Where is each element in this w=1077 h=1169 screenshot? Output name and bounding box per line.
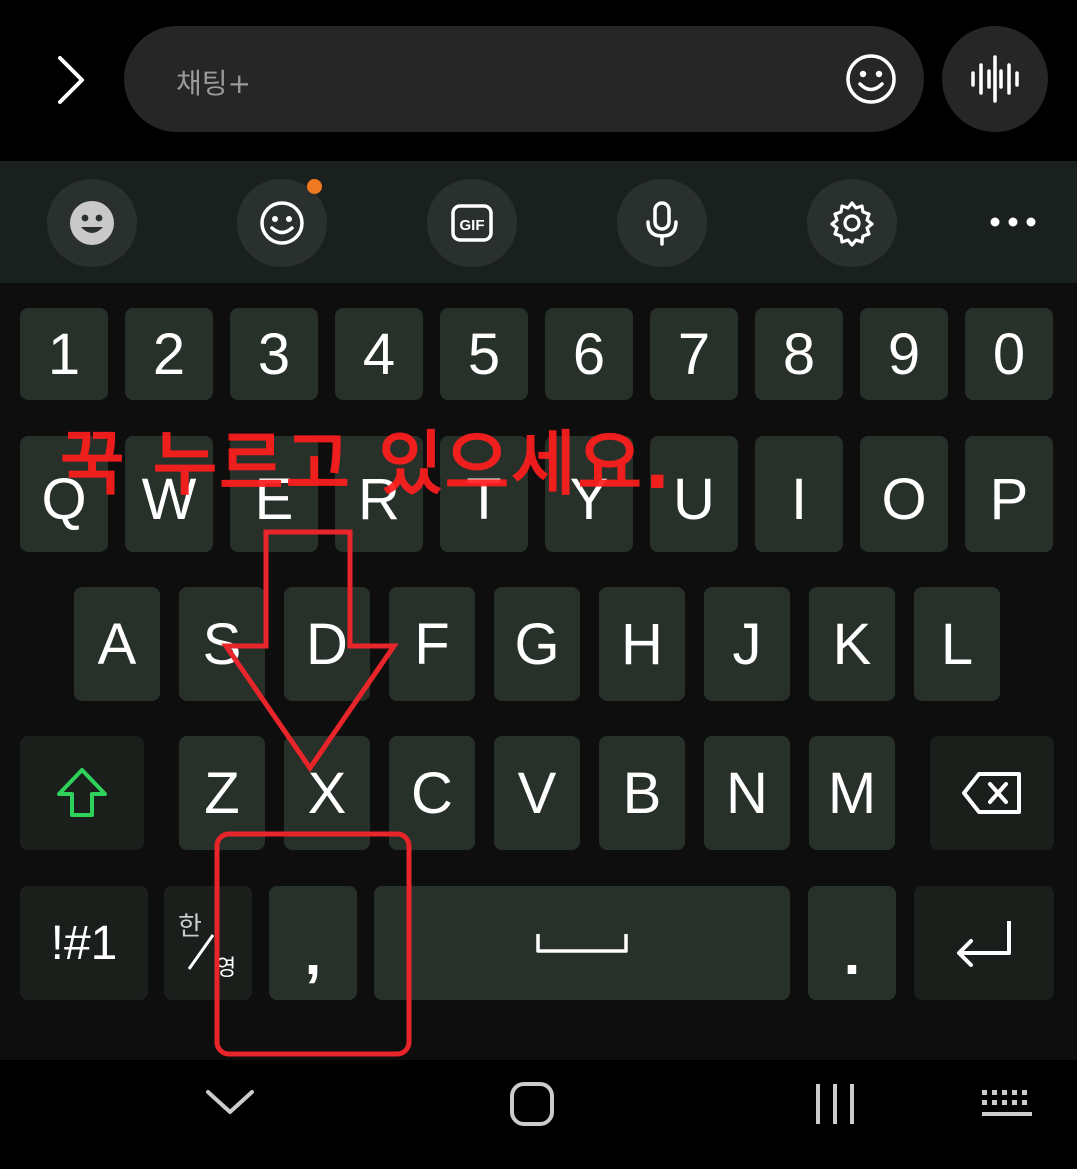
- key-v[interactable]: V: [494, 736, 580, 850]
- symbols-key[interactable]: !#1: [20, 886, 148, 1000]
- gif-icon: GIF: [451, 204, 493, 242]
- key-2[interactable]: 2: [125, 308, 213, 400]
- key-c[interactable]: C: [389, 736, 475, 850]
- key-i[interactable]: I: [755, 436, 843, 552]
- chat-placeholder: 채팅+: [176, 67, 251, 100]
- key-f[interactable]: F: [389, 587, 475, 701]
- language-toggle-key[interactable]: 한 영: [164, 886, 252, 1000]
- slash-divider: [187, 934, 215, 970]
- period-key[interactable]: .: [808, 886, 896, 1000]
- key-9[interactable]: 9: [860, 308, 948, 400]
- key-g[interactable]: G: [494, 587, 580, 701]
- backspace-icon: [962, 772, 1021, 814]
- key-n[interactable]: N: [704, 736, 790, 850]
- annotation-text: 꾹 누르고 있으세요.: [60, 423, 673, 505]
- key-a[interactable]: A: [74, 587, 160, 701]
- key-o[interactable]: O: [860, 436, 948, 552]
- voice-typing-button[interactable]: [617, 179, 707, 267]
- smiley-icon[interactable]: [844, 52, 898, 106]
- comma-key[interactable]: ,: [269, 886, 357, 1000]
- shift-arrow-icon: [57, 768, 107, 817]
- emoji-face-icon: [70, 201, 114, 245]
- mic-icon: [646, 201, 678, 246]
- more-icon[interactable]: [988, 209, 1038, 235]
- gif-label: GIF: [460, 217, 485, 234]
- voice-input-button[interactable]: [942, 26, 1048, 132]
- recents-icon[interactable]: [810, 1080, 860, 1128]
- gear-icon: [830, 201, 874, 247]
- key-p[interactable]: P: [965, 436, 1053, 552]
- chat-input[interactable]: 채팅+: [124, 26, 924, 132]
- sound-wave-icon: [971, 55, 1019, 103]
- sticker-button[interactable]: [237, 179, 327, 267]
- key-8[interactable]: 8: [755, 308, 843, 400]
- home-icon[interactable]: [508, 1080, 556, 1128]
- key-j[interactable]: J: [704, 587, 790, 701]
- back-chevron-down-icon[interactable]: [204, 1086, 256, 1118]
- settings-button[interactable]: [807, 179, 897, 267]
- key-k[interactable]: K: [809, 587, 895, 701]
- key-h[interactable]: H: [599, 587, 685, 701]
- chevron-right-icon[interactable]: [48, 52, 96, 108]
- sticker-icon: [260, 201, 304, 245]
- backspace-key[interactable]: [930, 736, 1054, 850]
- key-m[interactable]: M: [809, 736, 895, 850]
- navigation-bar: [0, 1060, 1077, 1169]
- lang-bottom-label: 영: [216, 956, 237, 981]
- key-x[interactable]: X: [284, 736, 370, 850]
- key-7[interactable]: 7: [650, 308, 738, 400]
- gif-button[interactable]: GIF: [427, 179, 517, 267]
- keyboard-switch-icon[interactable]: [980, 1086, 1034, 1122]
- key-0[interactable]: 0: [965, 308, 1053, 400]
- space-bar-icon: [536, 934, 628, 953]
- key-s[interactable]: S: [179, 587, 265, 701]
- key-l[interactable]: L: [914, 587, 1000, 701]
- key-1[interactable]: 1: [20, 308, 108, 400]
- key-b[interactable]: B: [599, 736, 685, 850]
- shift-key[interactable]: [20, 736, 144, 850]
- enter-icon: [957, 921, 1011, 967]
- key-6[interactable]: 6: [545, 308, 633, 400]
- key-5[interactable]: 5: [440, 308, 528, 400]
- keyboard-toolbar: GIF: [0, 161, 1077, 283]
- enter-key[interactable]: [914, 886, 1054, 1000]
- key-z[interactable]: Z: [179, 736, 265, 850]
- notification-dot: [307, 179, 322, 194]
- key-3[interactable]: 3: [230, 308, 318, 400]
- emoji-button[interactable]: [47, 179, 137, 267]
- key-d[interactable]: D: [284, 587, 370, 701]
- space-key[interactable]: [374, 886, 790, 1000]
- key-4[interactable]: 4: [335, 308, 423, 400]
